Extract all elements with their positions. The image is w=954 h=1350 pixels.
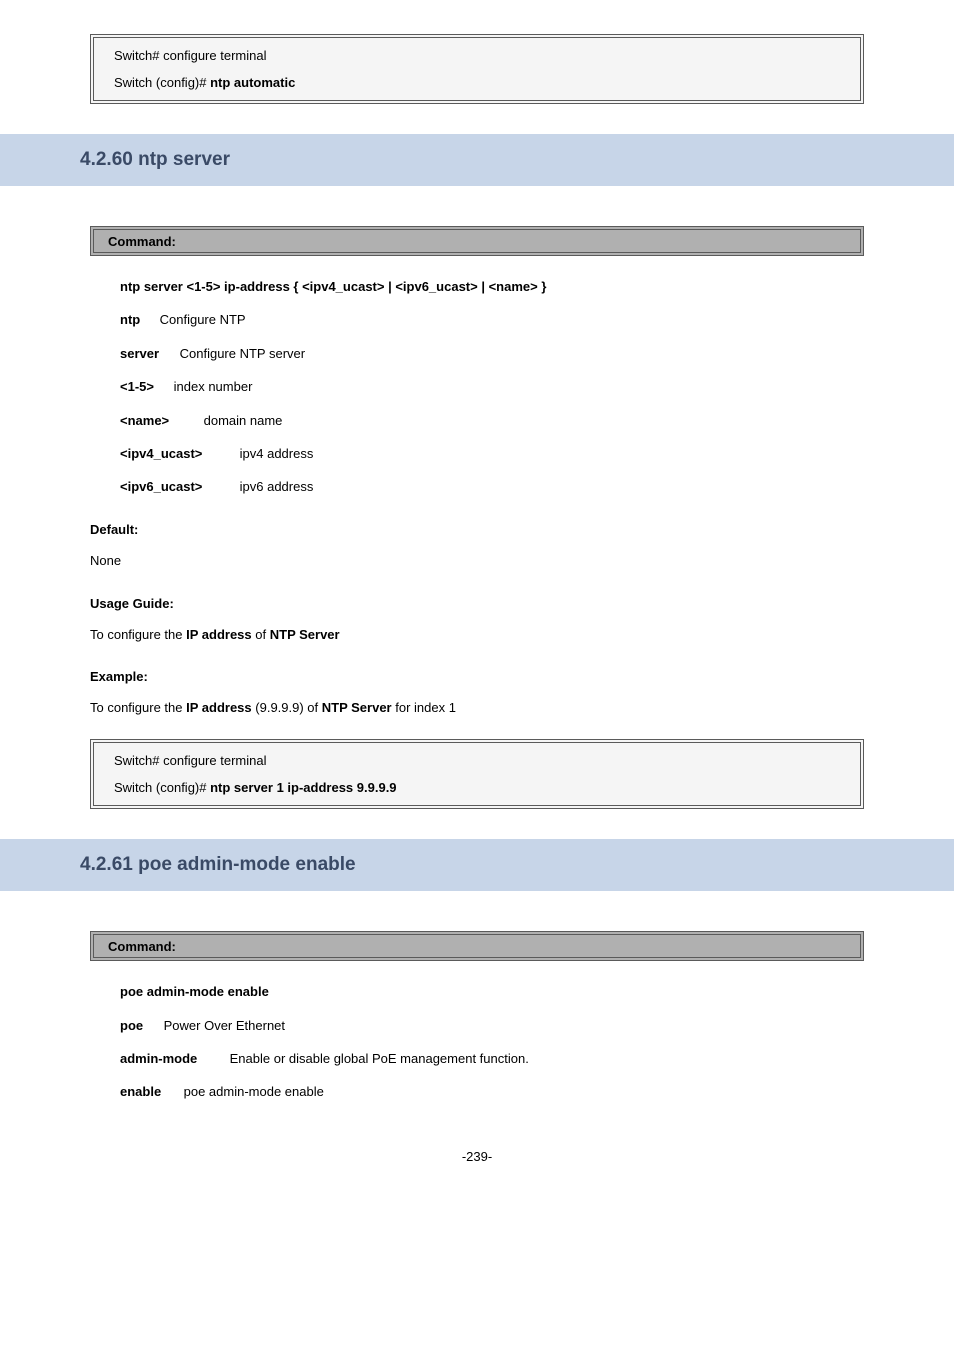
- param-desc: Enable or disable global PoE management …: [230, 1051, 529, 1066]
- usage-text: To configure the IP address of NTP Serve…: [70, 619, 884, 652]
- code-text: Switch (config)#: [114, 780, 206, 795]
- command-label: Command:: [108, 234, 176, 249]
- param-row: admin-mode Enable or disable global PoE …: [70, 1042, 884, 1075]
- param-desc: domain name: [204, 413, 283, 428]
- param-name: <ipv4_ucast>: [120, 442, 236, 465]
- param-name: <ipv6_ucast>: [120, 475, 236, 498]
- text-segment: To configure the: [90, 700, 186, 715]
- text-segment: To configure the: [90, 627, 186, 642]
- param-desc: index number: [174, 379, 253, 394]
- code-command: ntp server 1 ip-address 9.9.9.9: [210, 780, 396, 795]
- text-segment: of: [252, 627, 270, 642]
- code-line: Switch (config)# ntp server 1 ip-address…: [94, 774, 860, 801]
- param-row: <name> domain name: [70, 404, 884, 437]
- param-desc: Configure NTP: [160, 312, 246, 327]
- code-line: Switch (config)# ntp automatic: [94, 69, 860, 96]
- usage-heading: Usage Guide:: [70, 578, 884, 619]
- text-segment: for index 1: [392, 700, 456, 715]
- param-row: <1-5> index number: [70, 370, 884, 403]
- param-row: ntp Configure NTP: [70, 303, 884, 336]
- text-segment: (9.9.9.9) of: [252, 700, 322, 715]
- example-text: To configure the IP address (9.9.9.9) of…: [70, 692, 884, 725]
- default-value: None: [70, 545, 884, 578]
- text-bold: IP address: [186, 627, 252, 642]
- default-heading: Default:: [70, 504, 884, 545]
- text-bold: IP address: [186, 700, 252, 715]
- param-desc: ipv4 address: [240, 446, 314, 461]
- param-row: <ipv4_ucast> ipv4 address: [70, 437, 884, 470]
- param-desc: Power Over Ethernet: [164, 1018, 285, 1033]
- param-name: admin-mode: [120, 1047, 226, 1070]
- param-name: <name>: [120, 409, 200, 432]
- code-command: ntp automatic: [210, 75, 295, 90]
- code-box: Switch# configure terminal Switch (confi…: [90, 739, 864, 809]
- command-signature: ntp server <1-5> ip-address { <ipv4_ucas…: [70, 270, 884, 303]
- command-header-bar: Command:: [90, 931, 864, 961]
- command-header-bar: Command:: [90, 226, 864, 256]
- command-label: Command:: [108, 939, 176, 954]
- param-name: enable: [120, 1080, 180, 1103]
- page-number: -239-: [70, 1109, 884, 1164]
- code-line: Switch# configure terminal: [94, 42, 860, 69]
- param-row: server Configure NTP server: [70, 337, 884, 370]
- code-box: Switch# configure terminal Switch (confi…: [90, 34, 864, 104]
- code-line: Switch# configure terminal: [94, 747, 860, 774]
- code-text: Switch (config)#: [114, 75, 206, 90]
- example-heading: Example:: [70, 651, 884, 692]
- param-row: enable poe admin-mode enable: [70, 1075, 884, 1108]
- section-header-poe: 4.2.61 poe admin-mode enable: [0, 839, 954, 891]
- text-bold: NTP Server: [270, 627, 340, 642]
- param-row: <ipv6_ucast> ipv6 address: [70, 470, 884, 503]
- param-name: server: [120, 342, 176, 365]
- param-name: ntp: [120, 308, 156, 331]
- param-desc: Configure NTP server: [180, 346, 305, 361]
- command-signature: poe admin-mode enable: [70, 975, 884, 1008]
- param-row: poe Power Over Ethernet: [70, 1009, 884, 1042]
- section-header-ntp-server: 4.2.60 ntp server: [0, 134, 954, 186]
- param-name: <1-5>: [120, 375, 170, 398]
- param-desc: ipv6 address: [240, 479, 314, 494]
- param-desc: poe admin-mode enable: [184, 1084, 324, 1099]
- text-bold: NTP Server: [322, 700, 392, 715]
- param-name: poe: [120, 1014, 160, 1037]
